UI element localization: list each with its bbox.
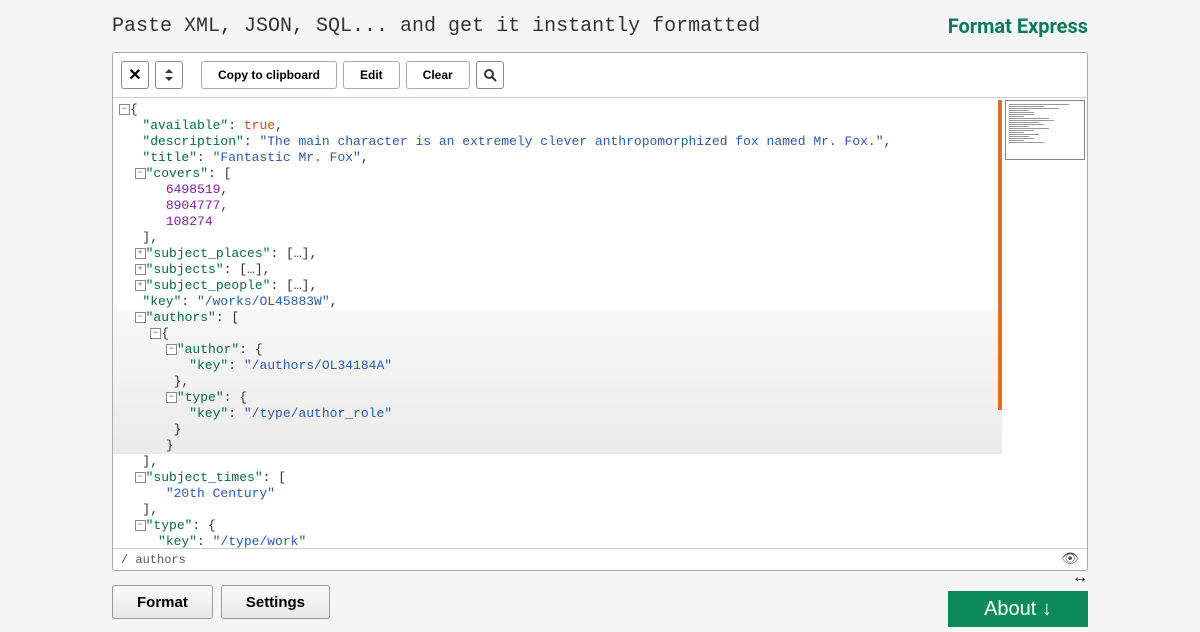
clear-button[interactable]: Clear <box>406 61 470 89</box>
breadcrumb-bar: / authors 👁 <box>113 548 1087 570</box>
fold-icon[interactable]: − <box>166 392 177 403</box>
fold-icon[interactable]: − <box>135 168 146 179</box>
tagline: Paste XML, JSON, SQL... and get it insta… <box>112 15 760 38</box>
code-viewer[interactable]: −{ "available": true, "description": "Th… <box>113 98 1087 548</box>
fold-icon[interactable]: − <box>119 104 130 115</box>
fold-icon[interactable]: − <box>135 520 146 531</box>
breadcrumb-path: / authors <box>121 553 186 567</box>
about-button[interactable]: About ↓ <box>948 591 1088 627</box>
copy-button[interactable]: Copy to clipboard <box>201 61 337 89</box>
resize-icon[interactable]: ↔ <box>1072 567 1088 587</box>
expand-collapse-icon[interactable] <box>155 61 183 89</box>
format-button[interactable]: Format <box>112 585 213 619</box>
brand-logo[interactable]: Format Express <box>948 14 1088 38</box>
main-panel: ✕ Copy to clipboard Edit Clear −{ "avail… <box>112 52 1088 571</box>
fold-icon[interactable]: + <box>135 248 146 259</box>
search-icon[interactable] <box>476 61 504 89</box>
fold-icon[interactable]: − <box>135 472 146 483</box>
fold-icon[interactable]: − <box>166 344 177 355</box>
fold-icon[interactable]: + <box>135 264 146 275</box>
close-icon[interactable]: ✕ <box>121 61 149 89</box>
eye-icon[interactable]: 👁 <box>1061 551 1079 568</box>
minimap[interactable] <box>1005 100 1085 160</box>
fold-icon[interactable]: − <box>150 328 161 339</box>
settings-button[interactable]: Settings <box>221 585 330 619</box>
toolbar: ✕ Copy to clipboard Edit Clear <box>113 53 1087 98</box>
fold-icon[interactable]: + <box>135 280 146 291</box>
edit-button[interactable]: Edit <box>343 61 400 89</box>
fold-icon[interactable]: − <box>135 312 146 323</box>
